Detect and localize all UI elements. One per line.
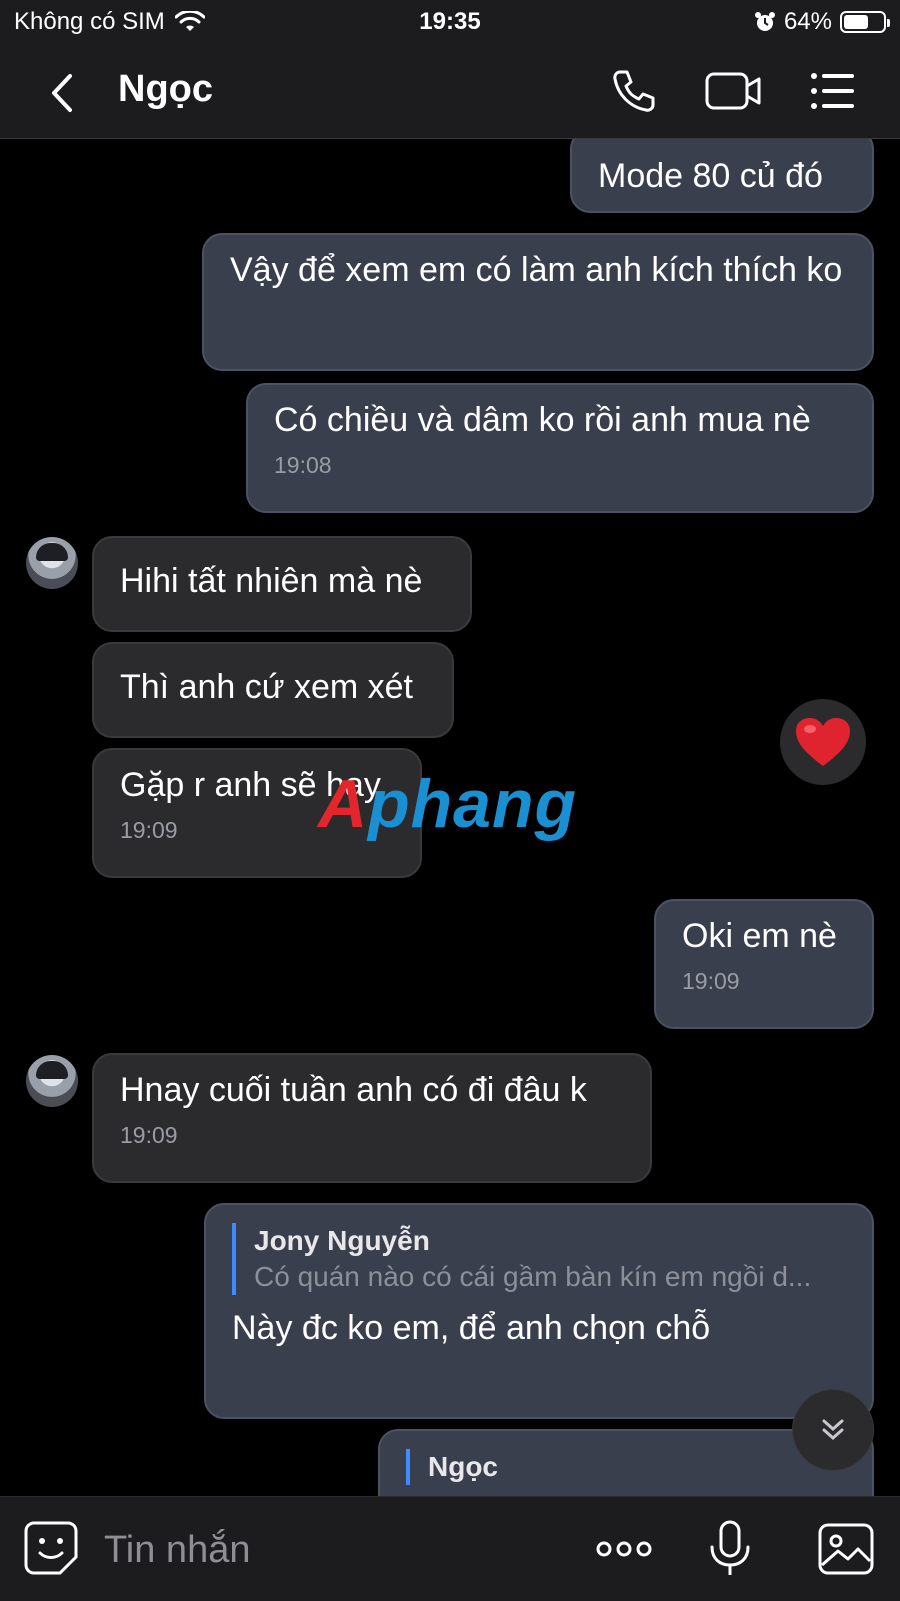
message-bubble-outgoing[interactable]: Mode 80 củ đó bbox=[570, 139, 874, 213]
message-text: Có chiều và dâm ko rồi anh mua nè bbox=[274, 401, 811, 439]
avatar[interactable] bbox=[26, 537, 78, 589]
more-icon bbox=[596, 1541, 652, 1557]
chevron-double-down-icon bbox=[822, 1419, 844, 1441]
message-text: Mode 80 củ đó bbox=[598, 157, 823, 195]
video-call-button[interactable] bbox=[704, 66, 761, 116]
message-composer bbox=[0, 1496, 900, 1601]
microphone-icon bbox=[710, 1520, 750, 1575]
message-time: 19:09 bbox=[120, 1121, 178, 1148]
message-bubble-incoming[interactable]: Thì anh cứ xem xét bbox=[92, 642, 454, 738]
battery-cap bbox=[887, 19, 890, 27]
message-time: 19:09 bbox=[682, 967, 740, 994]
back-icon bbox=[52, 74, 72, 112]
reaction-badge[interactable] bbox=[780, 699, 866, 785]
message-text: Oki em nè bbox=[682, 917, 837, 955]
status-right: 64% bbox=[754, 8, 890, 36]
battery-fill bbox=[844, 15, 869, 29]
battery-icon bbox=[840, 11, 890, 33]
message-list[interactable]: Mode 80 củ đó Vậy để xem em có làm anh k… bbox=[0, 139, 900, 1496]
message-text: Này đc ko em, để anh chọn chỗ bbox=[232, 1308, 711, 1347]
image-icon bbox=[818, 1523, 874, 1575]
message-input[interactable] bbox=[102, 1523, 546, 1577]
message-text: Vậy để xem em có làm anh kích thích ko bbox=[230, 251, 843, 289]
heart-icon bbox=[796, 718, 850, 766]
more-button[interactable] bbox=[594, 1519, 654, 1579]
quoted-message[interactable]: Jony Nguyễn Có quán nào có cái gầm bàn k… bbox=[232, 1223, 846, 1295]
quoted-text: Có quán nào có cái gầm bàn kín em ngồi d… bbox=[254, 1260, 812, 1292]
message-bubble-outgoing-reply[interactable]: Jony Nguyễn Có quán nào có cái gầm bàn k… bbox=[204, 1203, 874, 1419]
alarm-icon bbox=[754, 12, 775, 31]
voice-message-button[interactable] bbox=[702, 1519, 762, 1579]
image-picker-button[interactable] bbox=[816, 1519, 876, 1579]
message-text: Hihi tất nhiên mà nè bbox=[120, 562, 423, 600]
sticker-button[interactable] bbox=[22, 1519, 82, 1579]
message-text: Hnay cuối tuần anh có đi đâu k bbox=[120, 1071, 587, 1109]
message-bubble-outgoing[interactable]: Có chiều và dâm ko rồi anh mua nè 19:08 bbox=[246, 383, 874, 513]
message-bubble-outgoing[interactable]: Vậy để xem em có làm anh kích thích ko bbox=[202, 233, 874, 371]
avatar[interactable] bbox=[26, 1055, 78, 1107]
sticker-icon bbox=[24, 1521, 78, 1575]
quoted-message[interactable]: Ngọc bbox=[406, 1449, 846, 1485]
video-icon bbox=[705, 72, 761, 110]
watermark-text: phang bbox=[368, 766, 578, 842]
watermark-accent: A bbox=[318, 766, 369, 842]
phone-icon bbox=[613, 70, 655, 112]
menu-icon bbox=[811, 73, 854, 109]
status-bar: Không có SIM 19:35 64% bbox=[0, 0, 900, 46]
quoted-author: Ngọc bbox=[428, 1451, 498, 1482]
contact-name[interactable]: Ngọc bbox=[118, 68, 213, 111]
scroll-to-bottom-button[interactable] bbox=[792, 1389, 874, 1471]
back-button[interactable] bbox=[40, 68, 90, 118]
quoted-author: Jony Nguyễn bbox=[254, 1225, 430, 1256]
message-bubble-incoming[interactable]: Hihi tất nhiên mà nè bbox=[92, 536, 472, 632]
chat-header: Ngọc bbox=[0, 46, 900, 139]
menu-button[interactable] bbox=[808, 66, 864, 116]
message-bubble-outgoing[interactable]: Oki em nè 19:09 bbox=[654, 899, 874, 1029]
message-text: Thì anh cứ xem xét bbox=[120, 668, 413, 706]
message-bubble-incoming[interactable]: Hnay cuối tuần anh có đi đâu k 19:09 bbox=[92, 1053, 652, 1183]
battery-percent: 64% bbox=[783, 8, 832, 35]
watermark-logo: Aphang bbox=[318, 765, 577, 843]
message-time: 19:08 bbox=[274, 451, 332, 478]
voice-call-button[interactable] bbox=[608, 66, 664, 116]
